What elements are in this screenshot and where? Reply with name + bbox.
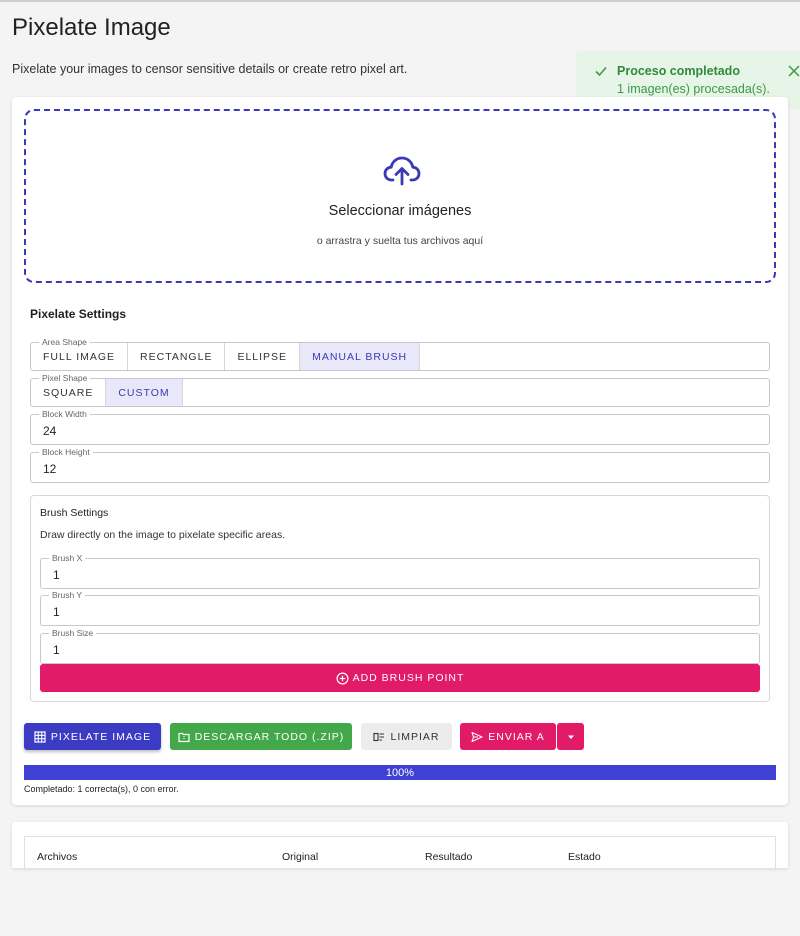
column-header-files: Archivos [37, 851, 78, 863]
brush-size-field[interactable]: Brush Size 1 [40, 627, 760, 664]
area-shape-manual-brush[interactable]: Manual Brush [300, 343, 421, 370]
brush-settings-title: Brush Settings [40, 507, 109, 519]
brush-x-value[interactable]: 1 [53, 568, 60, 582]
brush-size-value[interactable]: 1 [53, 643, 60, 657]
brush-y-label: Brush Y [49, 589, 86, 601]
area-shape-rectangle[interactable]: Rectangle [128, 343, 226, 370]
pixelate-image-button[interactable]: Pixelate Image [24, 723, 161, 750]
brush-x-field[interactable]: Brush X 1 [40, 552, 760, 589]
clear-list-icon [373, 732, 385, 741]
send-to-dropdown-button[interactable] [557, 723, 584, 750]
block-width-value[interactable]: 24 [43, 424, 56, 438]
results-card: Archivos Original Resultado Estado [12, 822, 788, 868]
area-shape-full-image[interactable]: Full Image [31, 343, 129, 370]
area-shape-group: Area Shape Full Image Rectangle Ellipse … [30, 336, 770, 371]
brush-y-field[interactable]: Brush Y 1 [40, 589, 760, 626]
toast-title: Proceso completado [617, 64, 740, 78]
cloud-upload-icon [383, 156, 421, 186]
add-brush-point-button[interactable]: Add Brush Point [40, 664, 760, 692]
column-header-status: Estado [568, 851, 601, 863]
column-header-original: Original [282, 851, 319, 863]
dropzone-title: Seleccionar imágenes [328, 203, 472, 219]
settings-title: Pixelate Settings [30, 307, 127, 321]
block-width-label: Block Width [39, 408, 90, 420]
top-divider [0, 0, 800, 2]
check-icon [595, 66, 607, 77]
send-to-label: Enviar a [488, 730, 545, 743]
column-header-result: Resultado [425, 851, 473, 863]
pixel-shape-toggle: Square Custom [31, 379, 183, 406]
block-height-label: Block Height [39, 446, 93, 458]
file-dropzone[interactable]: Seleccionar imágenes o arrastra y suelta… [24, 109, 776, 283]
progress-bar: 100% [24, 765, 776, 780]
add-brush-point-label: Add Brush Point [352, 672, 465, 684]
brush-settings-panel: Brush Settings Draw directly on the imag… [30, 495, 770, 702]
block-width-field[interactable]: Block Width 24 [30, 408, 770, 445]
brush-y-value[interactable]: 1 [53, 605, 60, 619]
area-shape-ellipse[interactable]: Ellipse [225, 343, 301, 370]
grid-icon [34, 730, 46, 743]
send-icon [471, 731, 483, 742]
pixel-shape-custom[interactable]: Custom [106, 379, 183, 406]
brush-size-label: Brush Size [49, 627, 97, 639]
toast-message: 1 imagen(es) procesada(s). [617, 82, 770, 96]
results-table-header: Archivos Original Resultado Estado [24, 836, 776, 868]
pixelate-image-label: Pixelate Image [50, 730, 152, 743]
clear-label: Limpiar [390, 730, 440, 743]
download-all-button[interactable]: Descargar todo (.zip) [170, 723, 352, 750]
main-card: Seleccionar imágenes o arrastra y suelta… [12, 97, 788, 805]
pixel-shape-square[interactable]: Square [31, 379, 107, 406]
page: Pixelate Image Pixelate your images to c… [0, 0, 800, 936]
clear-button[interactable]: Limpiar [361, 723, 452, 750]
block-height-value[interactable]: 12 [43, 462, 56, 476]
page-title: Pixelate Image [12, 14, 171, 41]
folder-zip-icon [178, 732, 190, 742]
close-icon[interactable] [787, 64, 800, 78]
progress-status: Completado: 1 correcta(s), 0 con error. [24, 784, 179, 794]
dropzone-hint: o arrastra y suelta tus archivos aquí [316, 235, 484, 247]
brush-x-label: Brush X [49, 552, 86, 564]
caret-down-icon [567, 735, 574, 739]
pixel-shape-group: Pixel Shape Square Custom [30, 372, 770, 407]
send-to-button[interactable]: Enviar a [460, 723, 556, 750]
brush-settings-description: Draw directly on the image to pixelate s… [40, 529, 286, 541]
area-shape-toggle: Full Image Rectangle Ellipse Manual Brus… [31, 343, 421, 370]
page-subtitle: Pixelate your images to censor sensitive… [12, 62, 408, 76]
progress-label: 100% [385, 766, 415, 779]
add-circle-icon [336, 672, 349, 684]
download-all-label: Descargar todo (.zip) [194, 730, 345, 743]
block-height-field[interactable]: Block Height 12 [30, 446, 770, 483]
